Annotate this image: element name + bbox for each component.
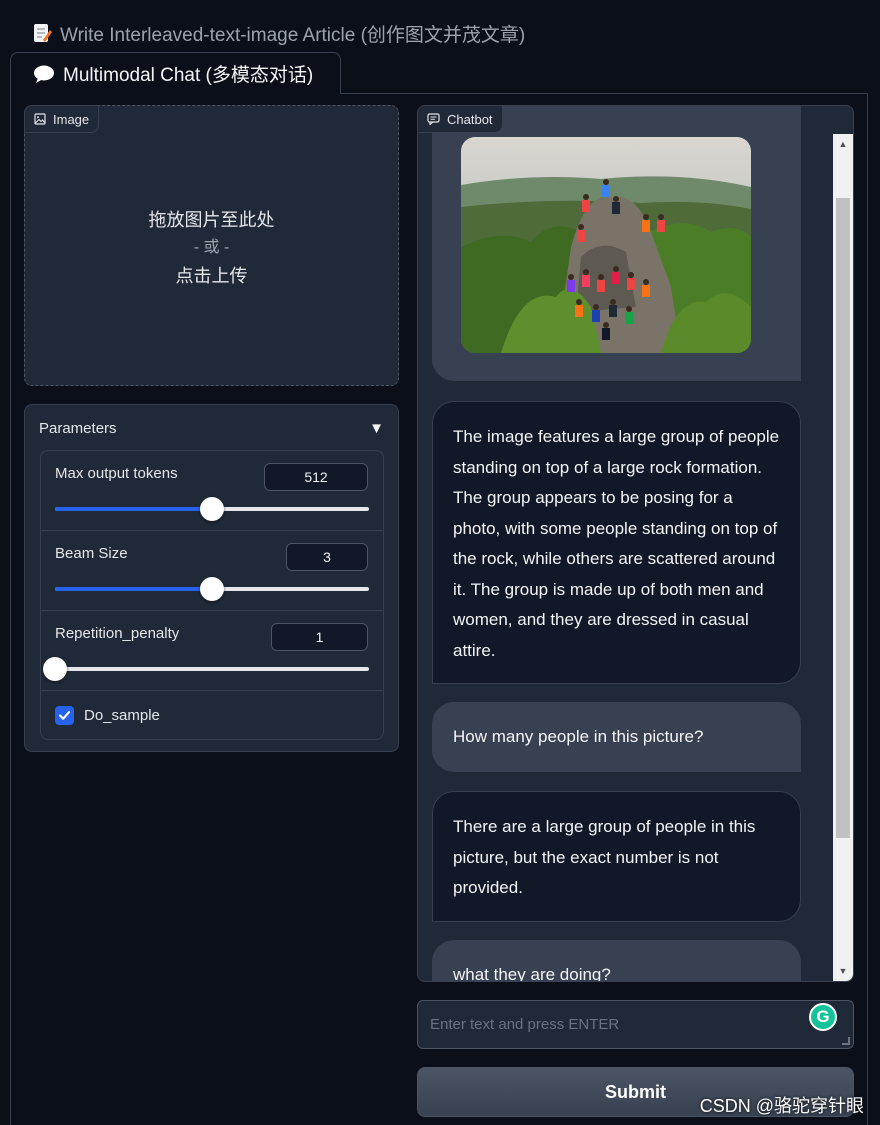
chatbot-panel-label: Chatbot — [418, 106, 503, 133]
beam-size-label: Beam Size — [55, 545, 128, 562]
image-panel-label: Image — [24, 105, 100, 133]
parameters-header[interactable]: Parameters ▼ — [39, 420, 384, 437]
bot-message-text: The image features a large group of peop… — [453, 427, 780, 660]
do-sample-checkbox-row[interactable]: Do_sample — [41, 691, 383, 739]
beam-size-slider[interactable] — [55, 577, 369, 601]
drop-instructions: 拖放图片至此处 - 或 - 点击上传 — [25, 206, 398, 290]
repetition-penalty-row: Repetition_penalty 1 — [41, 611, 383, 691]
bot-message: There are a large group of people in thi… — [432, 791, 801, 922]
chatbot-panel: The image features a large group of peop… — [417, 105, 854, 982]
tab-bar: Write Interleaved-text-image Article (创作… — [0, 0, 880, 94]
user-message-text: How many people in this picture? — [453, 727, 704, 746]
tab-write-article[interactable]: Write Interleaved-text-image Article (创作… — [32, 20, 525, 46]
scroll-up-arrow-icon[interactable]: ▲ — [833, 134, 853, 154]
tab-write-article-label: Write Interleaved-text-image Article (创作… — [60, 24, 526, 46]
slider-fill — [55, 507, 212, 511]
tab-multimodal-chat[interactable]: Multimodal Chat (多模态对话) — [10, 52, 341, 94]
checkmark-icon — [58, 710, 71, 720]
repetition-penalty-input[interactable]: 1 — [271, 623, 368, 651]
user-message: what they are doing? — [432, 940, 801, 981]
chat-icon — [427, 113, 440, 125]
parameters-group: Max output tokens 512 Beam Size 3 Repeti… — [40, 450, 384, 740]
click-upload-text: 点击上传 — [175, 266, 248, 286]
max-output-tokens-label: Max output tokens — [55, 465, 178, 482]
image-upload-dropzone[interactable]: Image 拖放图片至此处 - 或 - 点击上传 — [24, 105, 399, 386]
max-output-tokens-row: Max output tokens 512 — [41, 451, 383, 531]
slider-thumb[interactable] — [200, 577, 224, 601]
drop-text: 拖放图片至此处 — [148, 210, 275, 230]
message-input[interactable] — [418, 1001, 853, 1048]
resize-grip-icon[interactable] — [842, 1037, 850, 1045]
collapse-triangle-icon[interactable]: ▼ — [369, 420, 384, 437]
parameters-title: Parameters — [39, 420, 117, 437]
speech-bubble-icon — [34, 65, 54, 83]
scroll-down-arrow-icon[interactable]: ▼ — [833, 961, 853, 981]
repetition-penalty-label: Repetition_penalty — [55, 625, 180, 642]
tab-multimodal-chat-label: Multimodal Chat (多模态对话) — [63, 65, 314, 86]
or-text: - 或 - — [193, 239, 230, 256]
tab-panel-border-left — [10, 93, 11, 1125]
slider-thumb[interactable] — [200, 497, 224, 521]
memo-icon — [34, 24, 52, 42]
scrollbar-thumb[interactable] — [836, 198, 850, 838]
tab-panel-border-right — [867, 93, 868, 1125]
message-input-box: G — [417, 1000, 854, 1049]
user-message: How many people in this picture? — [432, 702, 801, 772]
beam-size-row: Beam Size 3 — [41, 531, 383, 611]
bot-message-text: There are a large group of people in thi… — [453, 817, 756, 897]
slider-thumb[interactable] — [43, 657, 67, 681]
max-output-tokens-input[interactable]: 512 — [264, 463, 368, 491]
image-label-text: Image — [53, 111, 90, 127]
beam-size-input[interactable]: 3 — [286, 543, 368, 571]
max-output-tokens-slider[interactable] — [55, 497, 369, 521]
bot-message: The image features a large group of peop… — [432, 401, 801, 684]
user-image-message — [432, 106, 801, 381]
image-icon — [34, 113, 46, 125]
chat-scrollbar[interactable]: ▲ ▼ — [833, 134, 853, 981]
chat-messages[interactable]: The image features a large group of peop… — [418, 106, 835, 981]
watermark: CSDN @骆驼穿针眼 — [699, 1096, 864, 1116]
uploaded-photo — [461, 137, 751, 353]
chatbot-label-text: Chatbot — [447, 111, 493, 127]
slider-fill — [55, 587, 212, 591]
do-sample-label: Do_sample — [84, 706, 160, 724]
repetition-penalty-slider[interactable] — [43, 657, 369, 681]
do-sample-checkbox[interactable] — [55, 705, 74, 725]
parameters-accordion: Parameters ▼ Max output tokens 512 Beam … — [24, 404, 399, 752]
user-message-text: what they are doing? — [453, 965, 611, 981]
grammarly-icon[interactable]: G — [809, 1003, 837, 1031]
